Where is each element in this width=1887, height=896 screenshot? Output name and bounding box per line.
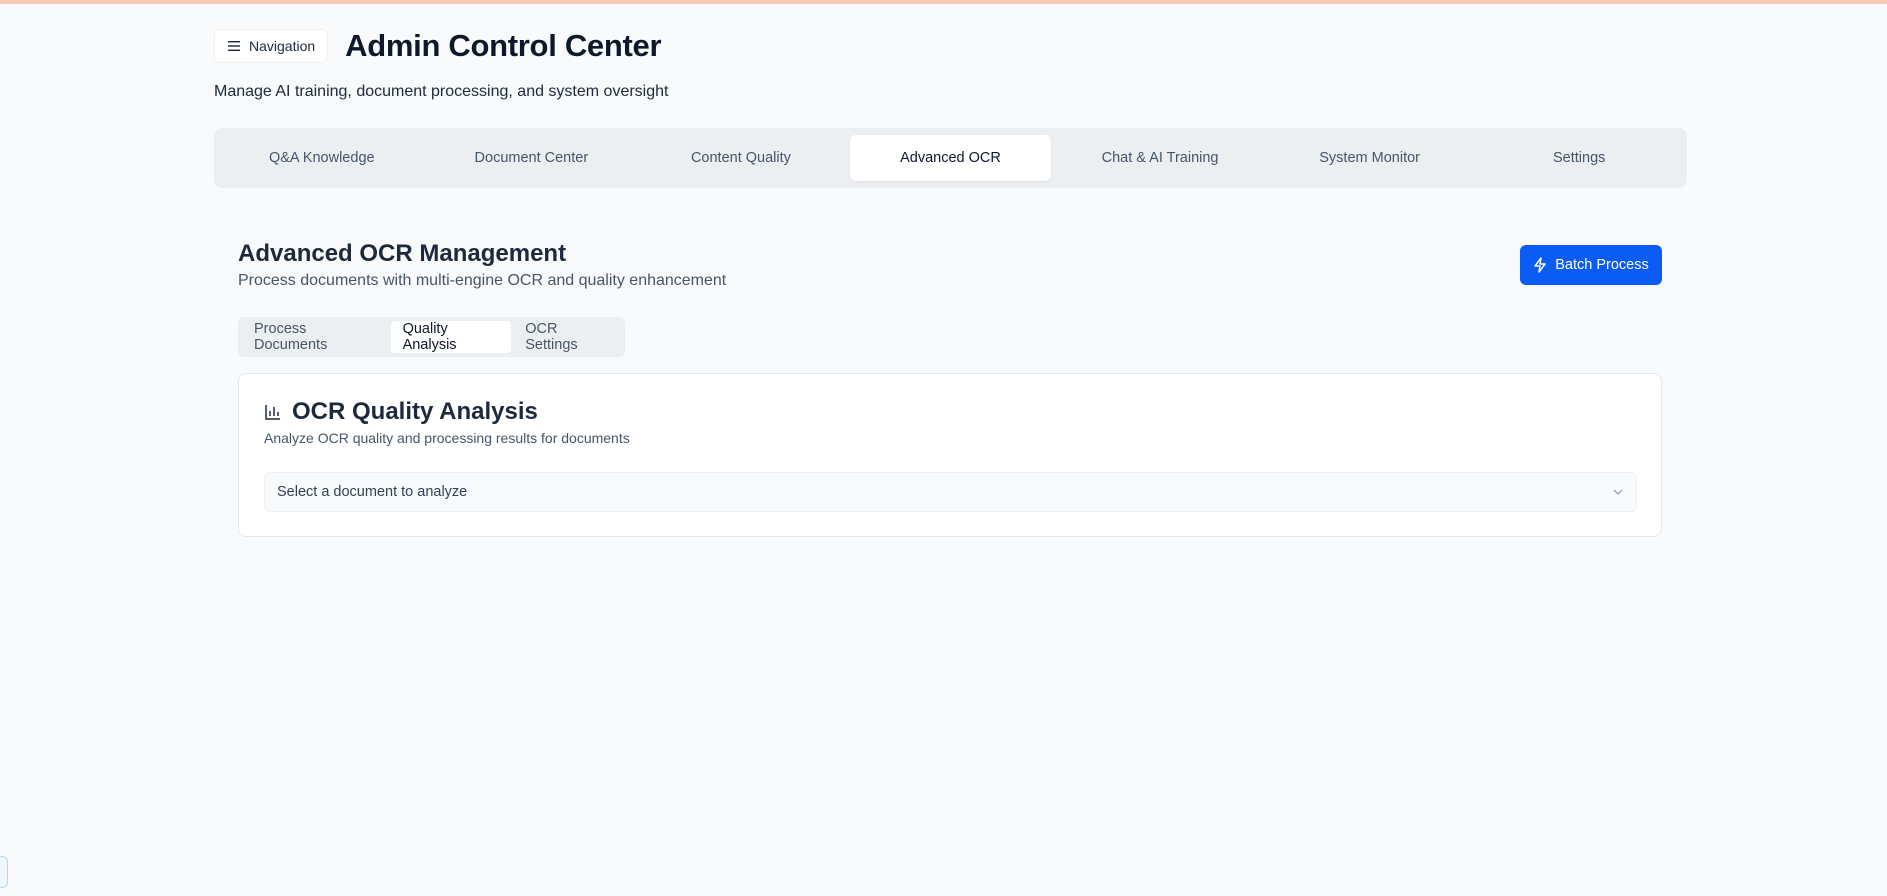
tab-quality-analysis[interactable]: Quality Analysis bbox=[390, 321, 512, 353]
card-header: OCR Quality Analysis bbox=[264, 398, 538, 426]
tab-label: Q&A Knowledge bbox=[268, 150, 375, 166]
tab-process-documents[interactable]: Process Documents bbox=[242, 321, 389, 353]
tab-qa-knowledge[interactable]: Q&A Knowledge bbox=[221, 135, 423, 181]
tab-label: Advanced OCR bbox=[900, 150, 1001, 166]
batch-process-label: Batch Process bbox=[1555, 257, 1649, 273]
main-tab-bar: Q&A Knowledge Document Center Content Qu… bbox=[214, 128, 1687, 188]
tab-system-monitor[interactable]: System Monitor bbox=[1269, 135, 1471, 181]
top-accent-bar bbox=[0, 0, 1887, 4]
tab-chat-ai-training[interactable]: Chat & AI Training bbox=[1059, 135, 1261, 181]
section-description: Process documents with multi-engine OCR … bbox=[238, 272, 727, 289]
section-title: Advanced OCR Management bbox=[238, 240, 567, 267]
card-title: OCR Quality Analysis bbox=[292, 398, 538, 425]
bar-chart-icon bbox=[265, 405, 280, 420]
tab-ocr-settings[interactable]: OCR Settings bbox=[513, 321, 621, 353]
menu-icon bbox=[228, 41, 240, 51]
quality-analysis-card: OCR Quality Analysis Analyze OCR quality… bbox=[238, 373, 1662, 537]
tab-label: System Monitor bbox=[1319, 150, 1420, 166]
tab-label: Document Center bbox=[474, 150, 589, 166]
tab-content-quality[interactable]: Content Quality bbox=[640, 135, 842, 181]
ocr-sub-tab-bar: Process Documents Quality Analysis OCR S… bbox=[238, 317, 625, 357]
tab-label: Chat & AI Training bbox=[1101, 150, 1219, 166]
chevron-down-icon bbox=[1613, 489, 1623, 495]
navigation-button[interactable]: Navigation bbox=[214, 29, 329, 63]
tab-label: Content Quality bbox=[690, 150, 791, 166]
page-title: Admin Control Center bbox=[345, 28, 662, 63]
floating-corner-tab[interactable] bbox=[0, 856, 8, 888]
tab-settings[interactable]: Settings bbox=[1478, 135, 1680, 181]
tab-label: Process Documents bbox=[254, 321, 328, 353]
tab-advanced-ocr[interactable]: Advanced OCR bbox=[849, 135, 1052, 181]
tab-label: Settings bbox=[1553, 150, 1606, 166]
tab-label: OCR Settings bbox=[525, 321, 578, 353]
card-description: Analyze OCR quality and processing resul… bbox=[264, 430, 630, 446]
bolt-icon bbox=[1534, 257, 1546, 273]
tab-label: Quality Analysis bbox=[402, 321, 457, 353]
tab-document-center[interactable]: Document Center bbox=[431, 135, 633, 181]
document-select[interactable]: Select a document to analyze bbox=[264, 472, 1637, 512]
page-subtitle: Manage AI training, document processing,… bbox=[214, 83, 669, 100]
document-select-placeholder: Select a document to analyze bbox=[277, 484, 468, 500]
navigation-button-label: Navigation bbox=[249, 38, 316, 54]
header: Navigation Admin Control Center bbox=[214, 28, 662, 64]
batch-process-button[interactable]: Batch Process bbox=[1520, 245, 1662, 285]
